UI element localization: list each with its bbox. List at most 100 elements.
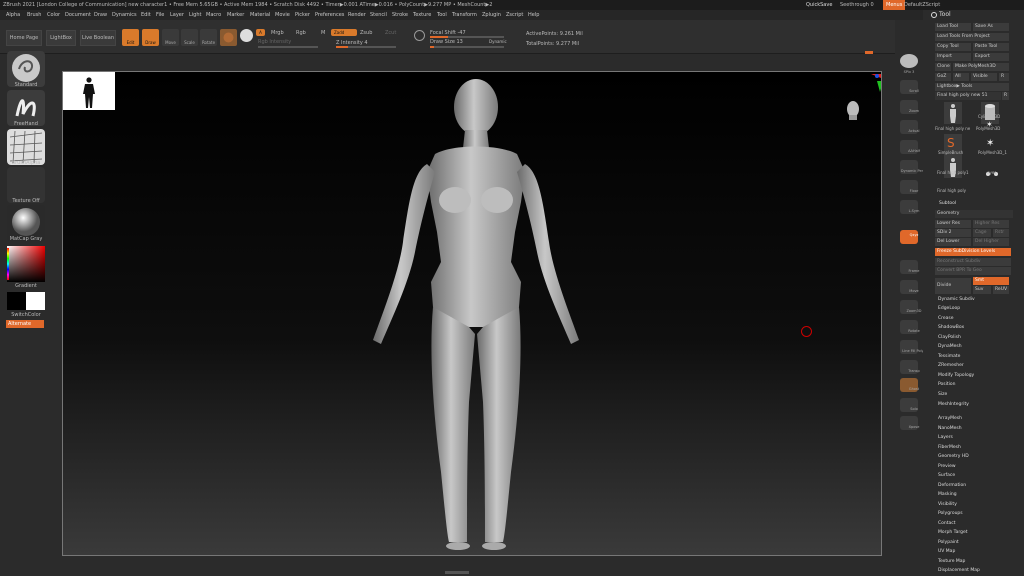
tool-item-uv-map[interactable]: UV Map [938,549,955,554]
m-toggle[interactable]: M [321,30,325,36]
sdiv-slider[interactable]: SDiv 2 [935,229,971,237]
draw-size-track[interactable] [430,46,504,48]
menu-render[interactable]: Render [348,10,366,20]
mrgb-toggle[interactable]: Mrgb [271,30,284,36]
all-button[interactable]: All [953,73,969,81]
menu-movie[interactable]: Movie [275,10,290,20]
goz-button[interactable]: GoZ [935,73,951,81]
visible-button[interactable]: Visible [971,73,997,81]
cage-button[interactable]: Cage [973,229,991,237]
hue-strip[interactable] [7,248,9,280]
save-as-button[interactable]: Save As [973,23,1009,31]
menus-button[interactable]: Menus [883,0,906,10]
shelf-handle[interactable] [865,51,873,54]
rstr-button[interactable]: Rstr [993,229,1009,237]
current-tool-slider[interactable]: Final high poly new 51 [935,92,1001,100]
reconstruct-subdiv-button[interactable]: Reconstruct Subdiv [935,258,1011,266]
menu-tool[interactable]: Tool [437,10,447,20]
menu-document[interactable]: Document [65,10,91,20]
tool-item-morph-target[interactable]: Morph Target [938,530,968,535]
aahalf-button[interactable]: AAHalf [900,140,920,154]
copy-tool-button[interactable]: Copy Tool [935,43,971,51]
suv-toggle[interactable]: Suv [973,286,991,294]
smt-toggle[interactable]: Smt [973,277,1009,285]
tool-item-visibility[interactable]: Visibility [938,502,957,507]
rgb-toggle[interactable]: Rgb [296,30,306,36]
actual-button[interactable]: Actual [900,120,919,134]
floor-button[interactable]: Floor [900,180,918,194]
menu-stroke[interactable]: Stroke [392,10,408,20]
menu-picker[interactable]: Picker [295,10,310,20]
head-orientation-icon[interactable] [844,100,862,120]
divide-button[interactable]: Divide [935,278,971,294]
geo-item-modify-topology[interactable]: Modify Topology [938,373,974,378]
geometry-header[interactable]: Geometry [935,210,1013,218]
quicksave-button[interactable]: QuickSave [806,0,832,10]
bpr-icon[interactable] [900,54,918,68]
menu-dynamics[interactable]: Dynamics [112,10,137,20]
geo-item-dynamic-subdiv[interactable]: Dynamic Subdiv [938,297,975,302]
menu-edit[interactable]: Edit [141,10,151,20]
focal-curve-icon[interactable] [414,30,425,41]
menu-color[interactable]: Color [47,10,60,20]
lower-res-button[interactable]: Lower Res [935,220,971,228]
rgb-intensity-track[interactable] [258,46,318,48]
a-button[interactable]: A [256,29,265,36]
home-page-button[interactable]: Home Page [6,30,42,46]
menu-marker[interactable]: Marker [227,10,244,20]
material-swatch[interactable] [220,29,237,46]
tool-item-layers[interactable]: Layers [938,435,953,440]
seethrough-slider[interactable]: Seethrough 0 [840,0,874,10]
move-view-button[interactable]: Move [900,280,919,294]
scale-button[interactable]: Scale [181,29,198,46]
default-zscript-button[interactable]: DefaultZScript [904,0,940,10]
character-model[interactable] [63,72,882,556]
load-tool-button[interactable]: Load Tool [935,23,971,31]
geo-item-edgeloop[interactable]: EdgeLoop [938,306,960,311]
tool-item-preview[interactable]: Preview [938,464,956,469]
dynamic-toggle[interactable]: Dynamic [489,39,507,44]
solo-button[interactable]: Solo [900,398,918,412]
canvas-viewport[interactable] [62,71,882,556]
tool-item-polygroups[interactable]: Polygroups [938,511,963,516]
menu-material[interactable]: Material [250,10,270,20]
lightbox-tools-button[interactable]: Lightbox▶ Tools [935,83,1009,91]
menu-macro[interactable]: Macro [206,10,221,20]
tool-item-surface[interactable]: Surface [938,473,955,478]
edit-button[interactable]: Edit [122,29,139,46]
polyf-button[interactable]: Line Fill PolyF [900,340,926,354]
menu-transform[interactable]: Transform [452,10,477,20]
menu-brush[interactable]: Brush [27,10,41,20]
zcut-button[interactable]: Zcut [385,30,396,36]
alternate-button[interactable]: Alternate [6,320,44,328]
menu-zplugin[interactable]: Zplugin [482,10,501,20]
focal-shift-track[interactable] [430,36,504,38]
main-color-swatch[interactable] [7,292,26,310]
color-picker[interactable] [7,246,45,282]
higher-res-button[interactable]: Higher Res [973,220,1009,228]
z-intensity-track[interactable] [336,46,396,48]
import-button[interactable]: Import [935,53,971,61]
menu-alpha[interactable]: Alpha [6,10,20,20]
menu-light[interactable]: Light [189,10,201,20]
tool-item-arraymesh[interactable]: ArrayMesh [938,416,962,421]
draw-button[interactable]: Draw [142,29,159,46]
zoom3d-button[interactable]: Zoom3D [900,300,922,314]
make-polymesh-button[interactable]: Make PolyMesh3D [953,63,1009,71]
paste-tool-button[interactable]: Paste Tool [973,43,1009,51]
menu-zscript[interactable]: Zscript [506,10,523,20]
axis-gizmo[interactable] [867,72,881,96]
tool-item-masking[interactable]: Masking [938,492,957,497]
lsym-button[interactable]: L.Sym [900,200,919,214]
eyes-icon[interactable] [985,162,999,176]
tool-item-fibermesh[interactable]: FiberMesh [938,445,961,450]
geo-item-dynamesh[interactable]: DynaMesh [938,344,962,349]
frame-button[interactable]: Frame [900,260,919,274]
polymesh-star-icon[interactable]: ✶ [986,120,993,129]
geo-item-crease[interactable]: Crease [938,316,954,321]
secondary-color-swatch[interactable] [26,292,45,310]
geo-item-shadowbox[interactable]: ShadowBox [938,325,964,330]
current-tool-r-button[interactable]: R [1002,92,1009,100]
tool-item-nanomesh[interactable]: NanoMesh [938,426,962,431]
tool-gear-icon[interactable] [931,12,937,18]
